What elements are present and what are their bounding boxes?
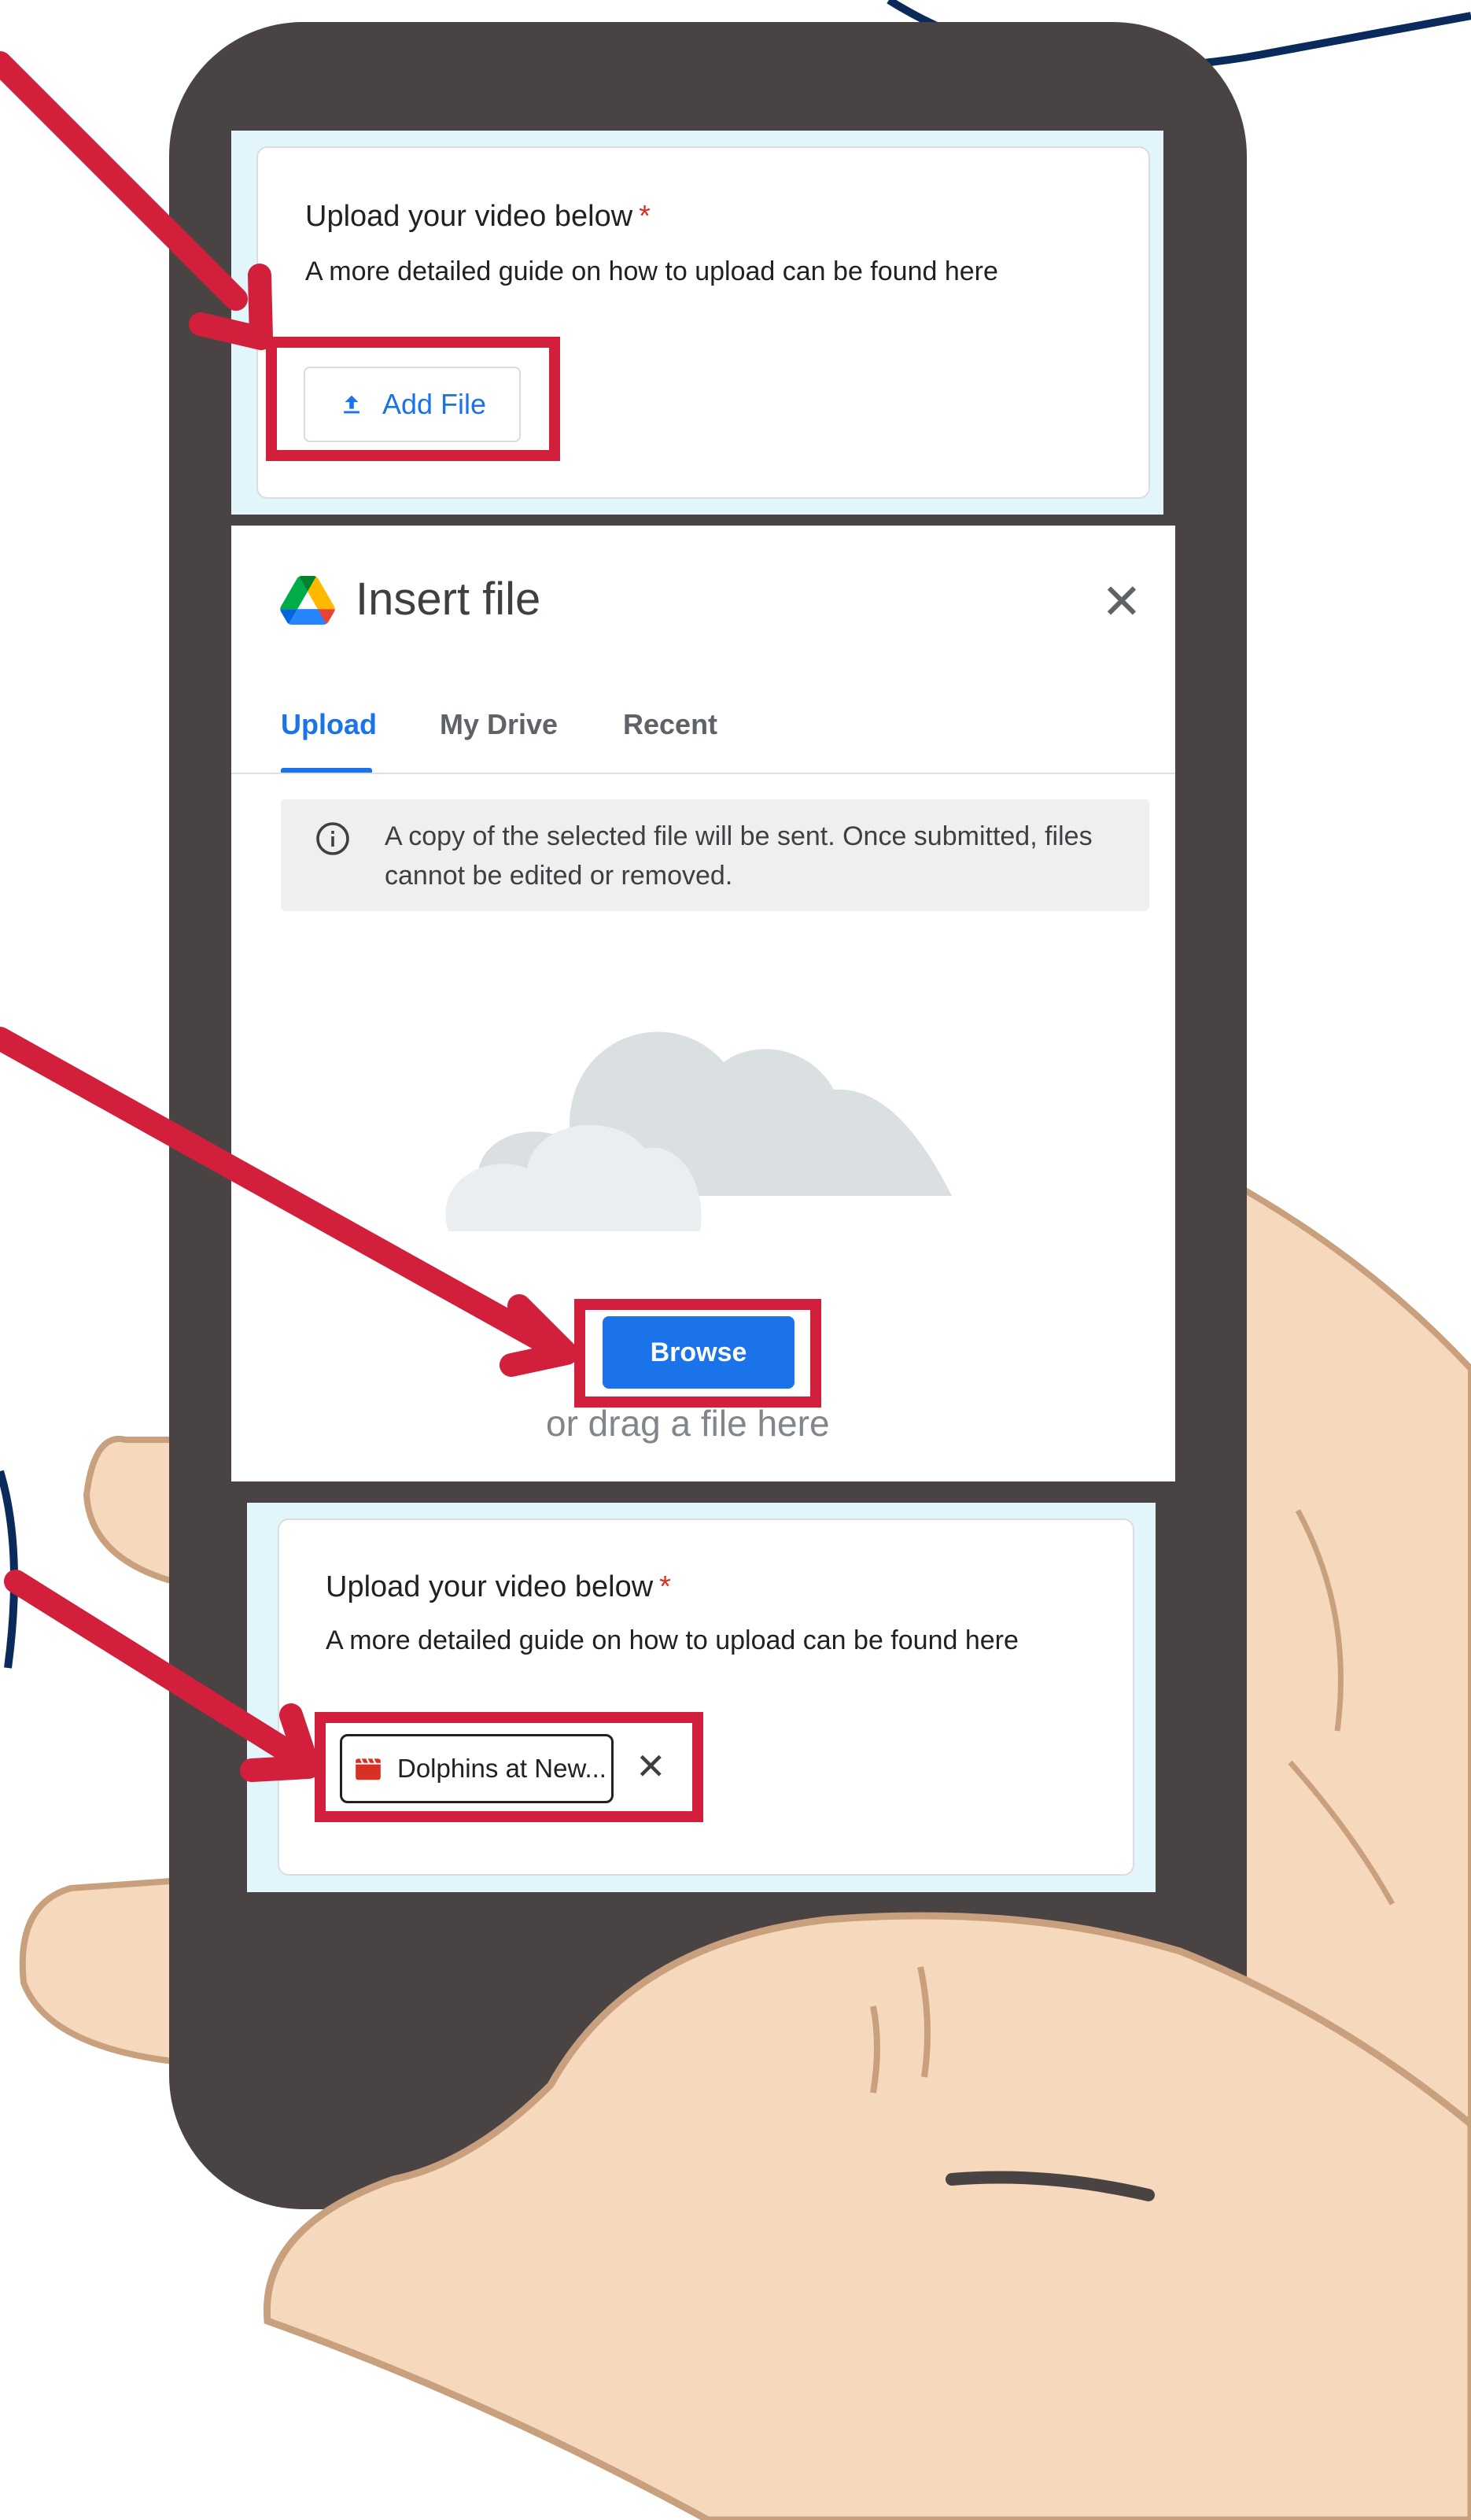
arrow-to-browse: [0, 1027, 562, 1357]
arrow-to-add-file: [0, 51, 248, 311]
arrow-to-file-chip: [4, 1570, 311, 1770]
annotation-arrows: [0, 51, 578, 1782]
